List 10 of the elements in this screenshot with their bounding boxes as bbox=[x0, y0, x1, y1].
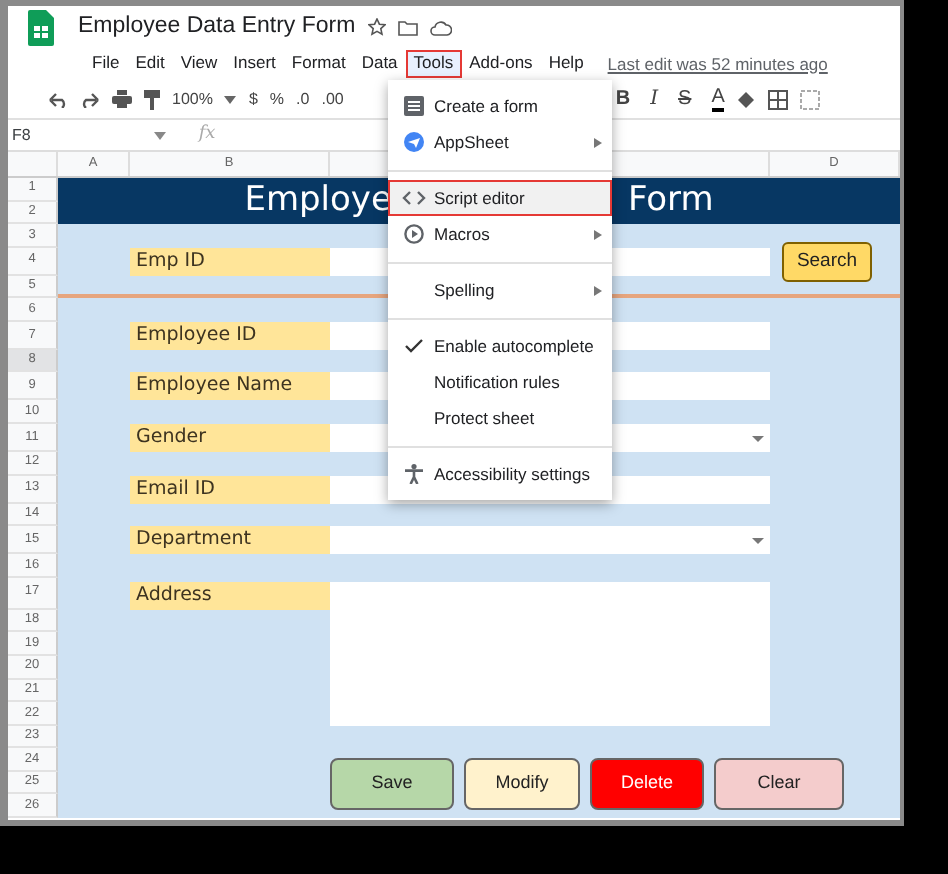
field-label: Employee Name bbox=[130, 372, 330, 401]
field-label: Address bbox=[130, 581, 330, 610]
field-label: Email ID bbox=[130, 475, 330, 504]
form-title: Employe bbox=[244, 177, 392, 224]
field-label: Department bbox=[130, 526, 330, 555]
field-label: Employee ID bbox=[130, 321, 330, 350]
formula-label: fx bbox=[198, 121, 216, 148]
field-label: Gender bbox=[130, 424, 330, 453]
field-label: Emp ID bbox=[130, 247, 330, 276]
form-title: Form bbox=[627, 177, 714, 224]
